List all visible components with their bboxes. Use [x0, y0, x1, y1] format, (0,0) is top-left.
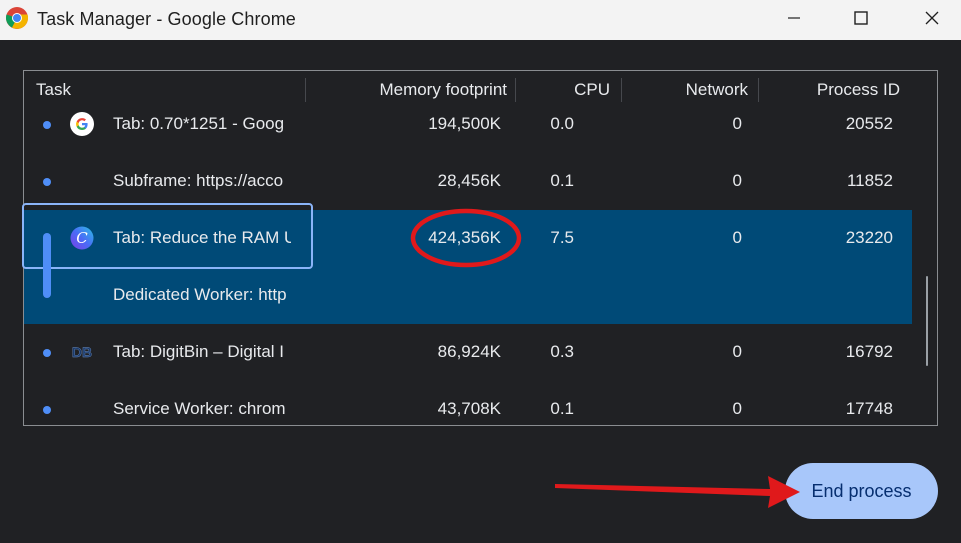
task-name: Tab: 0.70*1251 - Goog — [113, 114, 285, 133]
process-id-value: 17748 — [845, 399, 893, 418]
end-process-button[interactable]: End process — [785, 463, 938, 519]
table-row[interactable]: Tab: 0.70*1251 - Goog 194,500K 0.0 0 205… — [24, 96, 912, 153]
digitbin-favicon-icon: DB — [72, 344, 93, 360]
selection-indicator — [43, 233, 51, 298]
process-id-value: 11852 — [846, 171, 893, 190]
table-row[interactable]: Service Worker: chrom 43,708K 0.1 0 1774… — [24, 381, 912, 425]
cpu-value: 0.3 — [550, 342, 574, 361]
network-value: 0 — [732, 171, 742, 190]
network-value: 0 — [732, 399, 742, 418]
cpu-value: 7.5 — [550, 228, 574, 247]
maximize-button[interactable] — [833, 0, 889, 36]
row-bullet-icon — [43, 349, 51, 357]
process-id-value: 23220 — [845, 228, 893, 247]
google-favicon-icon — [70, 112, 94, 136]
network-value: 0 — [732, 228, 742, 247]
process-id-value: 16792 — [845, 342, 893, 361]
chrome-logo-icon — [5, 7, 29, 29]
memory-value: 424,356K — [428, 228, 501, 247]
focus-ring — [22, 203, 313, 269]
memory-value: 28,456K — [437, 171, 501, 190]
network-value: 0 — [732, 342, 742, 361]
memory-value: 43,708K — [437, 399, 501, 418]
close-icon — [925, 11, 939, 25]
network-value: 0 — [732, 114, 742, 133]
row-bullet-icon — [43, 406, 51, 414]
table-row[interactable]: DB Tab: DigitBin – Digital I 86,924K 0.3… — [24, 324, 912, 381]
process-id-value: 20552 — [845, 114, 893, 133]
task-name: Service Worker: chrom — [113, 399, 286, 418]
row-bullet-icon — [43, 121, 51, 129]
digitbin-letters: DB — [72, 344, 92, 360]
arrow-to-end-process — [555, 476, 800, 508]
maximize-icon — [854, 11, 868, 25]
task-name: Subframe: https://acco — [113, 171, 284, 190]
memory-value: 86,924K — [437, 342, 501, 361]
minimize-button[interactable] — [766, 0, 822, 36]
close-button[interactable] — [904, 0, 960, 36]
memory-value: 194,500K — [428, 114, 501, 133]
cpu-value: 0.0 — [550, 114, 574, 133]
window-title: Task Manager - Google Chrome — [37, 9, 296, 29]
cpu-value: 0.1 — [550, 399, 574, 418]
row-bullet-icon — [43, 178, 51, 186]
title-bar: Task Manager - Google Chrome — [0, 0, 961, 40]
task-name: Dedicated Worker: http — [113, 285, 287, 304]
scrollbar-thumb[interactable] — [926, 276, 928, 366]
table-row-selected[interactable]: Dedicated Worker: http — [24, 267, 912, 324]
cpu-value: 0.1 — [550, 171, 574, 190]
minimize-icon — [788, 17, 800, 19]
task-name: Tab: DigitBin – Digital I — [113, 342, 285, 361]
table-row[interactable]: Subframe: https://acco 28,456K 0.1 0 118… — [24, 153, 912, 210]
